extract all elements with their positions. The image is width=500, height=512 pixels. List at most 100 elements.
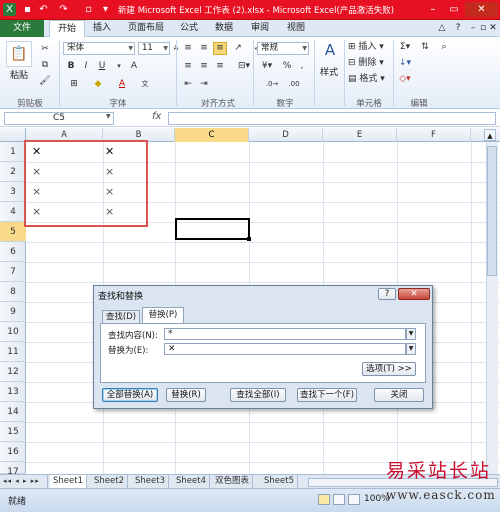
column-header-c[interactable]: C xyxy=(175,128,249,142)
sheet-tab-chart[interactable]: 双色图表 xyxy=(212,475,254,489)
underline-icon[interactable]: U xyxy=(95,60,109,73)
column-header-f[interactable]: F xyxy=(397,128,471,142)
clear-icon[interactable]: ◇▾ xyxy=(397,73,413,86)
replace-button[interactable]: 替换(R) xyxy=(166,388,206,402)
row-header[interactable]: 9 xyxy=(0,302,26,322)
ribbon-collapse-icon[interactable]: △ xyxy=(436,20,448,37)
increase-indent-icon[interactable]: ⇥ xyxy=(197,78,211,91)
close-window-button[interactable]: ✕ xyxy=(465,2,498,17)
paste-label[interactable]: 粘贴 xyxy=(10,68,28,81)
cut-icon[interactable]: ✂ xyxy=(38,43,52,56)
align-right-icon[interactable]: ≡ xyxy=(213,60,227,73)
tab-home[interactable]: 开始 xyxy=(49,20,85,38)
tab-formulas[interactable]: 公式 xyxy=(177,20,201,37)
tab-find[interactable]: 查找(D) xyxy=(102,310,140,323)
row-header[interactable]: 11 xyxy=(0,342,26,362)
formula-input[interactable] xyxy=(168,112,496,125)
name-box-dropdown-icon[interactable]: ▼ xyxy=(106,113,111,120)
font-size-select[interactable]: 11 ▼ xyxy=(138,42,170,55)
sheet-tab-sheet1[interactable]: Sheet1 xyxy=(50,475,87,489)
insert-function-icon[interactable]: fx xyxy=(152,111,161,122)
percent-icon[interactable]: % xyxy=(281,60,293,73)
number-format-select[interactable]: 常规 ▼ xyxy=(257,42,309,55)
redo-icon[interactable]: ↷ xyxy=(57,3,70,16)
font-color-icon[interactable]: A xyxy=(114,78,130,91)
active-cell-c5[interactable] xyxy=(175,218,250,240)
print-preview-icon[interactable]: ▫ xyxy=(82,3,95,16)
sort-filter-icon[interactable]: ⇅ xyxy=(418,41,432,54)
find-what-dropdown-icon[interactable]: ▼ xyxy=(406,328,416,340)
tab-review[interactable]: 审阅 xyxy=(248,20,272,37)
row-header[interactable]: 3 xyxy=(0,182,26,202)
insert-cells-button[interactable]: ⊞ 插入 ▾ xyxy=(347,41,392,54)
column-header-e[interactable]: E xyxy=(323,128,397,142)
row-header[interactable]: 14 xyxy=(0,402,26,422)
row-header[interactable]: 5 xyxy=(0,222,26,242)
normal-view-icon[interactable] xyxy=(318,494,330,505)
dialog-close-x-button[interactable]: ✕ xyxy=(398,288,430,300)
replace-with-input[interactable]: ✕ xyxy=(164,343,406,355)
row-header[interactable]: 2 xyxy=(0,162,26,182)
tab-insert[interactable]: 插入 xyxy=(90,20,114,37)
row-header[interactable]: 15 xyxy=(0,422,26,442)
vertical-scroll-thumb[interactable] xyxy=(487,146,497,276)
sheet-nav-icons[interactable]: ◂◂ ◂ ▸ ▸▸ xyxy=(0,475,48,489)
undo-icon[interactable]: ↶ xyxy=(37,3,50,16)
borders-icon[interactable]: ⊞ xyxy=(65,78,83,91)
autosum-icon[interactable]: Σ▾ xyxy=(397,41,413,54)
save-icon[interactable]: ▪ xyxy=(21,3,34,16)
orientation-icon[interactable]: ↗ xyxy=(231,42,245,55)
fill-icon[interactable]: ↓▾ xyxy=(397,57,413,70)
close-button[interactable]: 关闭 xyxy=(374,388,424,402)
tab-view[interactable]: 视图 xyxy=(284,20,308,37)
styles-icon[interactable]: A xyxy=(318,41,342,63)
decrease-decimal-icon[interactable]: .00 xyxy=(285,78,303,91)
font-settings-icon[interactable]: 文 xyxy=(138,78,152,91)
row-header[interactable]: 4 xyxy=(0,202,26,222)
font-name-select[interactable]: 宋体 ▼ xyxy=(63,42,135,55)
workbook-close-button[interactable]: ✕ xyxy=(488,20,498,37)
increase-decimal-icon[interactable]: .0→ xyxy=(263,78,281,91)
dialog-help-button[interactable]: ? xyxy=(378,288,396,300)
select-all-corner[interactable] xyxy=(0,128,26,142)
format-painter-icon[interactable]: 🖌 xyxy=(38,75,52,88)
row-header[interactable]: 12 xyxy=(0,362,26,382)
styles-label[interactable]: 样式 xyxy=(320,65,338,78)
align-middle-icon[interactable]: ≡ xyxy=(197,42,211,55)
tab-replace[interactable]: 替换(P) xyxy=(142,307,184,323)
delete-cells-button[interactable]: ⊟ 删除 ▾ xyxy=(347,57,392,70)
bold-icon[interactable]: B xyxy=(65,60,77,73)
decrease-indent-icon[interactable]: ⇤ xyxy=(181,78,195,91)
find-what-input[interactable]: * xyxy=(164,328,406,340)
align-left-icon[interactable]: ≡ xyxy=(181,60,195,73)
find-all-button[interactable]: 查找全部(I) xyxy=(230,388,286,402)
phonetic-icon[interactable]: A xyxy=(128,60,140,73)
comma-style-icon[interactable]: , xyxy=(296,60,308,73)
align-top-icon[interactable]: ≡ xyxy=(181,42,195,55)
excel-app-icon[interactable]: X xyxy=(3,3,16,16)
find-next-button[interactable]: 查找下一个(F) xyxy=(297,388,357,402)
scroll-up-icon[interactable]: ▲ xyxy=(484,129,496,141)
find-select-icon[interactable]: ⌕ xyxy=(437,41,451,54)
column-header-d[interactable]: D xyxy=(249,128,323,142)
tab-file[interactable]: 文件 xyxy=(0,20,44,37)
name-box[interactable]: C5 xyxy=(4,112,114,125)
sheet-tab-sheet4[interactable]: Sheet4 xyxy=(173,475,210,489)
workbook-restore-button[interactable]: ▫ xyxy=(478,20,488,37)
page-layout-view-icon[interactable] xyxy=(333,494,345,505)
help-icon[interactable]: ? xyxy=(452,20,464,37)
row-header[interactable]: 8 xyxy=(0,282,26,302)
row-header[interactable]: 13 xyxy=(0,382,26,402)
copy-icon[interactable]: ⧉ xyxy=(38,59,52,72)
sheet-tab-sheet5[interactable]: Sheet5 xyxy=(261,475,298,489)
workbook-minimize-button[interactable]: – xyxy=(468,20,478,37)
row-header[interactable]: 6 xyxy=(0,242,26,262)
replace-all-button[interactable]: 全部替换(A) xyxy=(102,388,158,402)
options-button[interactable]: 选项(T) >> xyxy=(362,362,416,376)
minimize-button[interactable]: – xyxy=(423,2,443,17)
paste-icon[interactable]: 📋 xyxy=(6,41,32,67)
row-header[interactable]: 17 xyxy=(0,462,26,477)
tab-page-layout[interactable]: 页面布局 xyxy=(124,20,168,37)
currency-format-icon[interactable]: ¥▾ xyxy=(257,60,277,73)
sheet-tab-sheet3[interactable]: Sheet3 xyxy=(132,475,169,489)
